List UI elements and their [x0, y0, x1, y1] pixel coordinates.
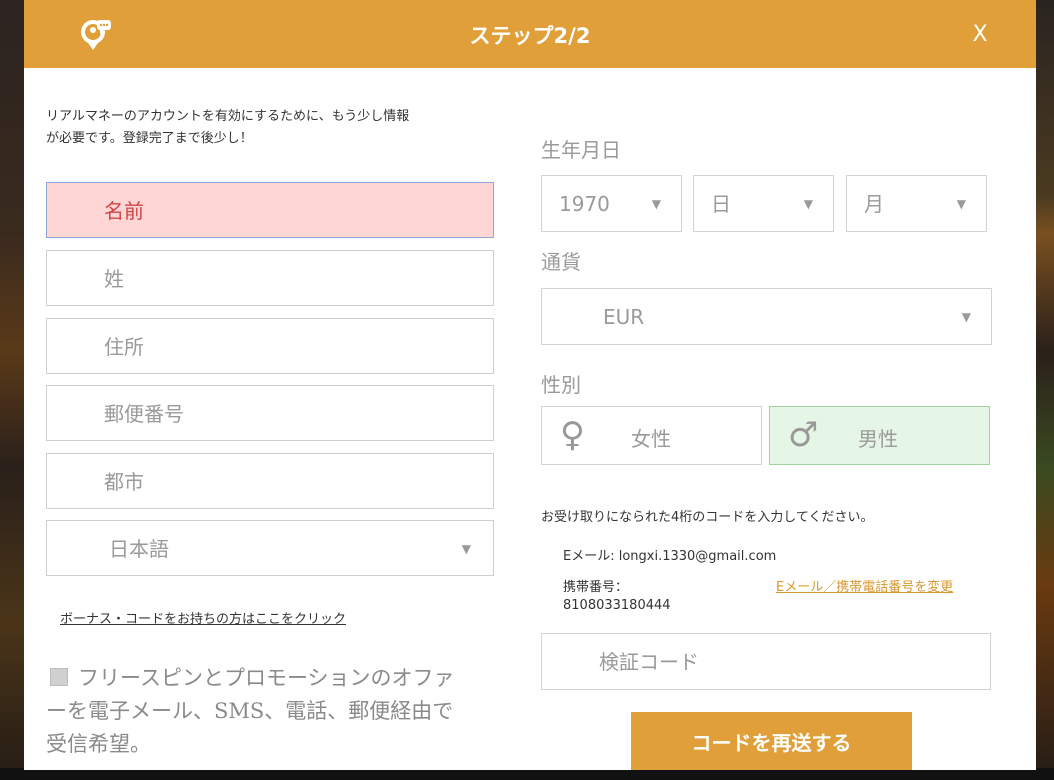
gender-female-option[interactable]: ♀ 女性 — [541, 406, 762, 465]
female-icon: ♀ — [560, 415, 585, 455]
modal-header: ステップ2/2 X — [24, 0, 1036, 68]
modal-title: ステップ2/2 — [469, 24, 591, 48]
intro-line-1: リアルマネーのアカウントを有効にするために、もう少し情報 — [46, 109, 410, 124]
phone-label: 携帯番号： — [563, 580, 629, 595]
language-select[interactable]: 日本語 ▼ — [46, 520, 494, 576]
support-chat-icon — [81, 20, 111, 50]
chevron-down-icon: ▼ — [961, 310, 971, 324]
birth-year-select[interactable]: 1970 ▼ — [541, 175, 682, 232]
first-name-placeholder: 名前 — [104, 199, 144, 223]
male-icon: ♂ — [788, 415, 819, 455]
close-button[interactable]: X — [960, 14, 1000, 54]
chevron-down-icon: ▼ — [651, 197, 661, 211]
birthdate-label: 生年月日 — [541, 138, 621, 162]
change-contact-link[interactable]: Eメール／携帯電話番号を変更 — [776, 576, 953, 595]
postcode-field[interactable]: 郵便番号 — [46, 385, 494, 441]
code-instruction: お受け取りになられた4桁のコードを入力してください。 — [541, 510, 874, 525]
gender-female-label: 女性 — [631, 427, 671, 451]
optin-checkbox[interactable] — [50, 668, 68, 686]
optin-line-1: フリースピンとプロモーションのオファ — [78, 666, 455, 690]
resend-code-button[interactable]: コードを再送する — [631, 712, 912, 770]
optin-line-2: ーを電子メール、SMS、電話、郵便経由で — [46, 699, 454, 723]
gender-male-option[interactable]: ♂ 男性 — [769, 406, 990, 465]
bonus-code-link[interactable]: ボーナス・コードをお持ちの方はここをクリック — [60, 608, 346, 627]
gender-label: 性別 — [541, 373, 581, 397]
birth-month-select[interactable]: 月 ▼ — [846, 175, 987, 232]
verification-code-field[interactable]: 検証コード — [541, 633, 991, 690]
language-value: 日本語 — [109, 537, 169, 561]
chevron-down-icon: ▼ — [956, 197, 966, 211]
address-placeholder: 住所 — [104, 335, 144, 359]
gender-male-label: 男性 — [858, 427, 898, 451]
phone-number: 8108033180444 — [563, 598, 671, 613]
currency-value: EUR — [603, 305, 645, 329]
last-name-placeholder: 姓 — [104, 267, 124, 291]
birth-year-value: 1970 — [559, 192, 610, 216]
marketing-optin: フリースピンとプロモーションのオファ ーを電子メール、SMS、電話、郵便経由で … — [46, 662, 506, 761]
email-display: Eメール: longxi.1330@gmail.com — [563, 549, 777, 564]
first-name-field[interactable]: 名前 — [46, 182, 494, 238]
birth-day-select[interactable]: 日 ▼ — [693, 175, 834, 232]
city-placeholder: 都市 — [104, 470, 144, 494]
background-right-strip — [1034, 0, 1054, 780]
currency-select[interactable]: EUR ▼ — [541, 288, 992, 345]
address-field[interactable]: 住所 — [46, 318, 494, 374]
background-left-strip — [0, 0, 24, 780]
currency-label: 通貨 — [541, 250, 581, 274]
postcode-placeholder: 郵便番号 — [104, 402, 184, 426]
last-name-field[interactable]: 姓 — [46, 250, 494, 306]
intro-text: リアルマネーのアカウントを有効にするために、もう少し情報 が必要です。登録完了ま… — [46, 106, 501, 150]
intro-line-2: が必要です。登録完了まで後少し！ — [46, 131, 253, 146]
verification-code-placeholder: 検証コード — [599, 650, 699, 674]
birth-month-value: 月 — [864, 192, 884, 216]
city-field[interactable]: 都市 — [46, 453, 494, 509]
chevron-down-icon: ▼ — [803, 197, 813, 211]
optin-line-3: 受信希望。 — [46, 732, 151, 756]
birth-day-value: 日 — [711, 192, 731, 216]
registration-modal: ステップ2/2 X リアルマネーのアカウントを有効にするために、もう少し情報 が… — [24, 0, 1036, 770]
chevron-down-icon: ▼ — [461, 542, 471, 556]
